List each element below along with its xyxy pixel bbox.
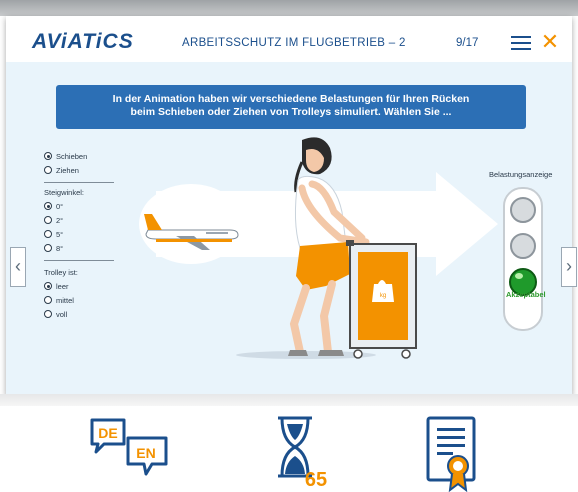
slope-option-8[interactable]: 8°: [44, 244, 124, 254]
trolley-group-label: Trolley ist:: [44, 268, 78, 277]
radio-icon: [44, 310, 52, 318]
slope-option-5[interactable]: 5°: [44, 230, 124, 240]
feature-icons-row: DE EN 65: [90, 416, 476, 492]
next-page-button[interactable]: ›: [561, 247, 577, 287]
traffic-light-red: [510, 197, 536, 223]
previous-page-button[interactable]: ‹: [10, 247, 26, 287]
divider: [44, 260, 114, 261]
slope-option-2[interactable]: 2°: [44, 216, 124, 226]
trolley-option-mittel[interactable]: mittel: [44, 296, 124, 306]
animation-stage: In der Animation haben wir verschiedene …: [6, 62, 577, 396]
radio-icon: [44, 296, 52, 304]
hamburger-menu-icon[interactable]: [511, 36, 531, 50]
aviatics-logo: AViATiCS: [32, 30, 134, 53]
hourglass-icon: 65: [278, 416, 327, 491]
radio-icon: [44, 230, 52, 238]
mode-option-schieben[interactable]: Schieben: [44, 152, 124, 162]
certificate-icon: [426, 416, 476, 492]
slope-group-label: Steigwinkel:: [44, 188, 85, 197]
divider: [44, 182, 114, 183]
duration-label: 65: [305, 469, 327, 491]
radio-icon: [44, 202, 52, 210]
gauge-label: Belastungsanzeige: [489, 170, 553, 179]
radio-icon: [44, 244, 52, 252]
gauge-status: Akzeptabel: [506, 290, 546, 299]
radio-icon: [44, 166, 52, 174]
page-counter: 9/17: [456, 37, 479, 49]
language-en-label: EN: [136, 445, 155, 461]
trolley-option-voll[interactable]: voll: [44, 310, 124, 320]
trolley-weight-label: kg: [380, 293, 386, 299]
header-bar: AViATiCS ARBEITSSCHUTZ IM FLUGBETRIEB – …: [6, 16, 572, 62]
slope-option-0[interactable]: 0°: [44, 202, 124, 212]
radio-icon: [44, 216, 52, 224]
trolley-illustration: [346, 240, 417, 359]
window-frame-top: [0, 0, 578, 16]
trolley-option-leer[interactable]: leer: [44, 282, 124, 292]
language-de-label: DE: [98, 425, 117, 441]
course-window: AViATiCS ARBEITSSCHUTZ IM FLUGBETRIEB – …: [6, 16, 577, 396]
traffic-light-gauge: [503, 187, 543, 331]
course-title: ARBEITSSCHUTZ IM FLUGBETRIEB – 2: [182, 37, 406, 49]
window-frame-bottom: [0, 394, 578, 406]
animation-scene: kg: [139, 137, 543, 359]
language-switch-icon: DE EN: [90, 418, 168, 476]
traffic-light-yellow: [510, 233, 536, 259]
mode-option-ziehen[interactable]: Ziehen: [44, 166, 124, 176]
close-icon[interactable]: ✕: [540, 31, 560, 53]
radio-icon: [44, 282, 52, 290]
radio-icon: [44, 152, 52, 160]
